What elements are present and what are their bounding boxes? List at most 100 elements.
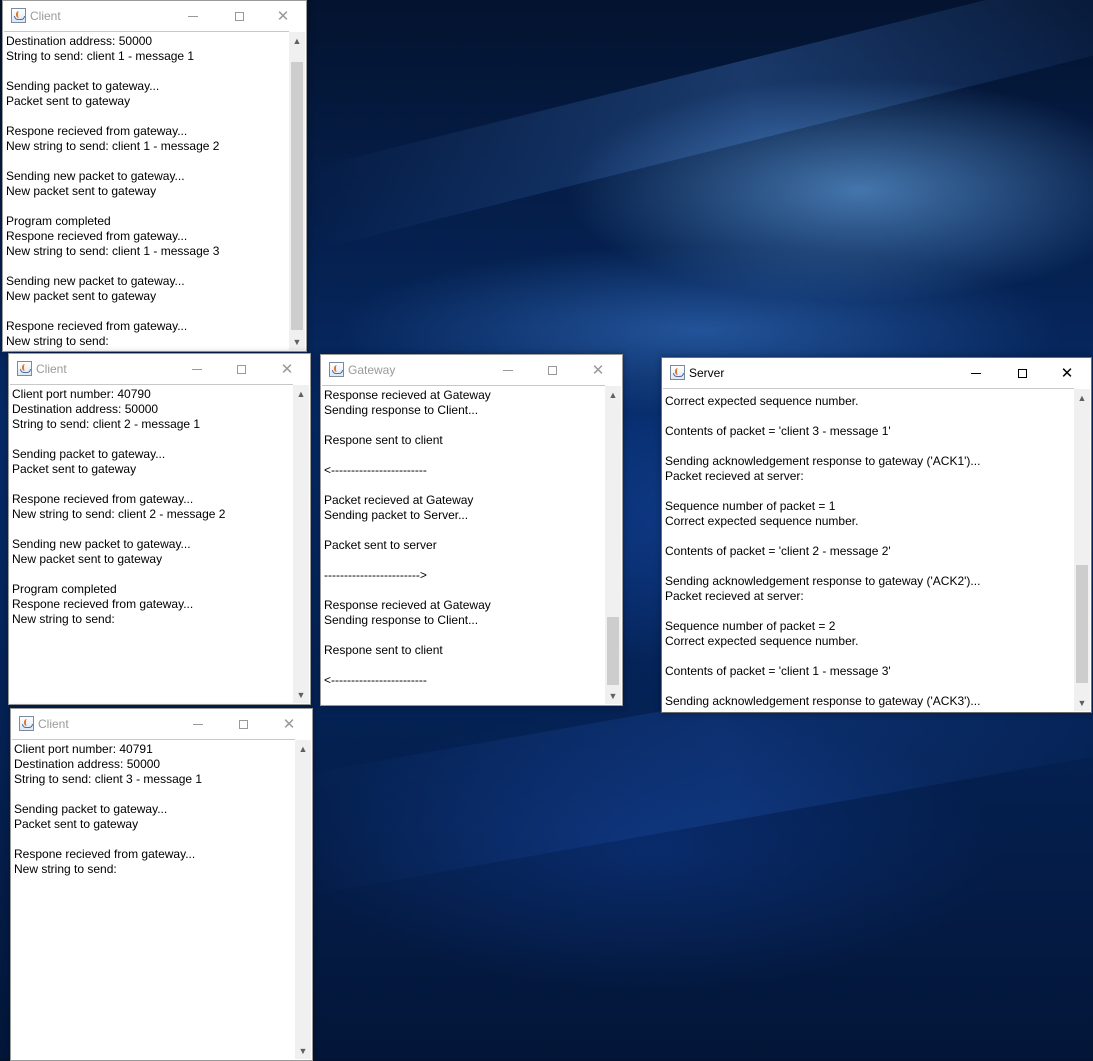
scroll-down-arrow-icon[interactable]: ▼ <box>289 333 305 350</box>
scroll-down-arrow-icon[interactable]: ▼ <box>295 1042 311 1059</box>
output-text-area[interactable]: Client port number: 40790 Destination add… <box>10 384 293 703</box>
client-window-1: Client ✕ Destination address: 50000 Strin… <box>2 0 307 352</box>
scroll-down-arrow-icon[interactable]: ▼ <box>605 687 621 704</box>
maximize-button[interactable] <box>529 355 575 385</box>
minimize-button[interactable] <box>175 709 221 739</box>
scroll-up-arrow-icon[interactable]: ▲ <box>293 385 309 402</box>
output-line: Contents of packet = 'client 3 - message… <box>665 424 891 438</box>
output-line: Correct expected sequence number. <box>665 514 859 528</box>
close-button[interactable]: ✕ <box>575 355 621 385</box>
minimize-button[interactable] <box>485 355 531 385</box>
minimize-button[interactable] <box>953 358 999 388</box>
output-text-area[interactable]: Correct expected sequence number. Content… <box>663 388 1074 711</box>
vertical-scrollbar[interactable]: ▲ ▼ <box>605 386 621 704</box>
scroll-up-arrow-icon[interactable]: ▲ <box>605 386 621 403</box>
output-line: String to send: client 1 - message 1 <box>6 49 195 63</box>
maximize-button[interactable] <box>999 358 1045 388</box>
output-line: Destination address: 50000 <box>6 34 153 48</box>
vertical-scrollbar[interactable]: ▲ ▼ <box>289 32 305 350</box>
output-line: Respone recieved from gateway... <box>6 229 188 243</box>
output-line: Packet recieved at server: <box>665 469 804 483</box>
title-bar[interactable]: Client ✕ <box>9 354 310 384</box>
output-line: New packet sent to gateway <box>6 289 157 303</box>
scroll-up-arrow-icon[interactable]: ▲ <box>289 32 305 49</box>
minimize-button[interactable] <box>174 354 220 384</box>
output-line: Destination address: 50000 <box>12 402 159 416</box>
java-cup-icon <box>670 365 685 380</box>
output-lines: Client port number: 40790 Destination add… <box>10 385 293 627</box>
title-bar[interactable]: Gateway ✕ <box>321 355 622 385</box>
output-line: New packet sent to gateway <box>6 184 157 198</box>
close-button[interactable]: ✕ <box>266 709 312 739</box>
scroll-thumb[interactable] <box>291 62 303 330</box>
output-text-area[interactable]: Destination address: 50000 String to send… <box>4 31 289 350</box>
output-line: Correct expected sequence number. <box>665 634 859 648</box>
output-line: Response recieved at Gateway <box>324 388 491 402</box>
gateway-window: Gateway ✕ Response recieved at Gateway Se… <box>320 354 623 706</box>
output-text-area[interactable]: Client port number: 40791 Destination add… <box>12 739 295 1059</box>
wallpaper-light-beam <box>303 0 1093 248</box>
output-line: Respone recieved from gateway... <box>12 597 194 611</box>
maximize-button[interactable] <box>218 354 264 384</box>
title-bar[interactable]: Client ✕ <box>11 709 312 739</box>
output-line: Response recieved at Gateway <box>324 598 491 612</box>
output-line: Sending response to Client... <box>324 613 479 627</box>
minimize-button[interactable] <box>170 1 216 31</box>
window-title: Client <box>38 717 69 731</box>
output-line: Sending acknowledgement response to gate… <box>665 574 981 588</box>
window-title: Gateway <box>348 363 396 377</box>
close-button[interactable]: ✕ <box>1044 358 1090 388</box>
java-cup-icon <box>11 8 26 23</box>
client-window-3: Client ✕ Client port number: 40791 Destin… <box>10 708 313 1061</box>
output-line: New string to send: client 1 - message 2 <box>6 139 220 153</box>
scroll-down-arrow-icon[interactable]: ▼ <box>1074 694 1090 711</box>
vertical-scrollbar[interactable]: ▲ ▼ <box>293 385 309 703</box>
vertical-scrollbar[interactable]: ▲ ▼ <box>1074 389 1090 711</box>
scroll-up-arrow-icon[interactable]: ▲ <box>1074 389 1090 406</box>
output-line: Sending new packet to gateway... <box>12 537 191 551</box>
close-button[interactable]: ✕ <box>260 1 306 31</box>
output-line: Respone recieved from gateway... <box>14 847 196 861</box>
scroll-up-arrow-icon[interactable]: ▲ <box>295 740 311 757</box>
output-line: New packet sent to gateway <box>12 552 163 566</box>
maximize-button[interactable] <box>216 1 262 31</box>
output-line: Packet sent to gateway <box>12 462 137 476</box>
title-bar[interactable]: Server ✕ <box>662 358 1091 388</box>
output-text-area[interactable]: Response recieved at Gateway Sending resp… <box>322 385 605 704</box>
output-line: Packet recieved at server: <box>665 589 804 603</box>
output-line: Sending new packet to gateway... <box>6 274 185 288</box>
maximize-button[interactable] <box>220 709 266 739</box>
scroll-thumb[interactable] <box>1076 565 1088 683</box>
java-cup-icon <box>19 716 34 731</box>
close-button[interactable]: ✕ <box>264 354 310 384</box>
output-line: Sending packet to gateway... <box>6 79 160 93</box>
output-line: Contents of packet = 'client 2 - message… <box>665 544 891 558</box>
output-line: Client port number: 40791 <box>14 742 153 756</box>
vertical-scrollbar[interactable]: ▲ ▼ <box>295 740 311 1059</box>
title-bar[interactable]: Client ✕ <box>3 1 306 31</box>
scroll-thumb[interactable] <box>607 617 619 685</box>
output-lines: Response recieved at Gateway Sending resp… <box>322 386 605 688</box>
output-line: Correct expected sequence number. <box>665 394 859 408</box>
scroll-down-arrow-icon[interactable]: ▼ <box>293 686 309 703</box>
output-line: Respone sent to client <box>324 643 443 657</box>
output-line: Program completed <box>6 214 111 228</box>
output-line: New string to send: <box>6 334 109 348</box>
